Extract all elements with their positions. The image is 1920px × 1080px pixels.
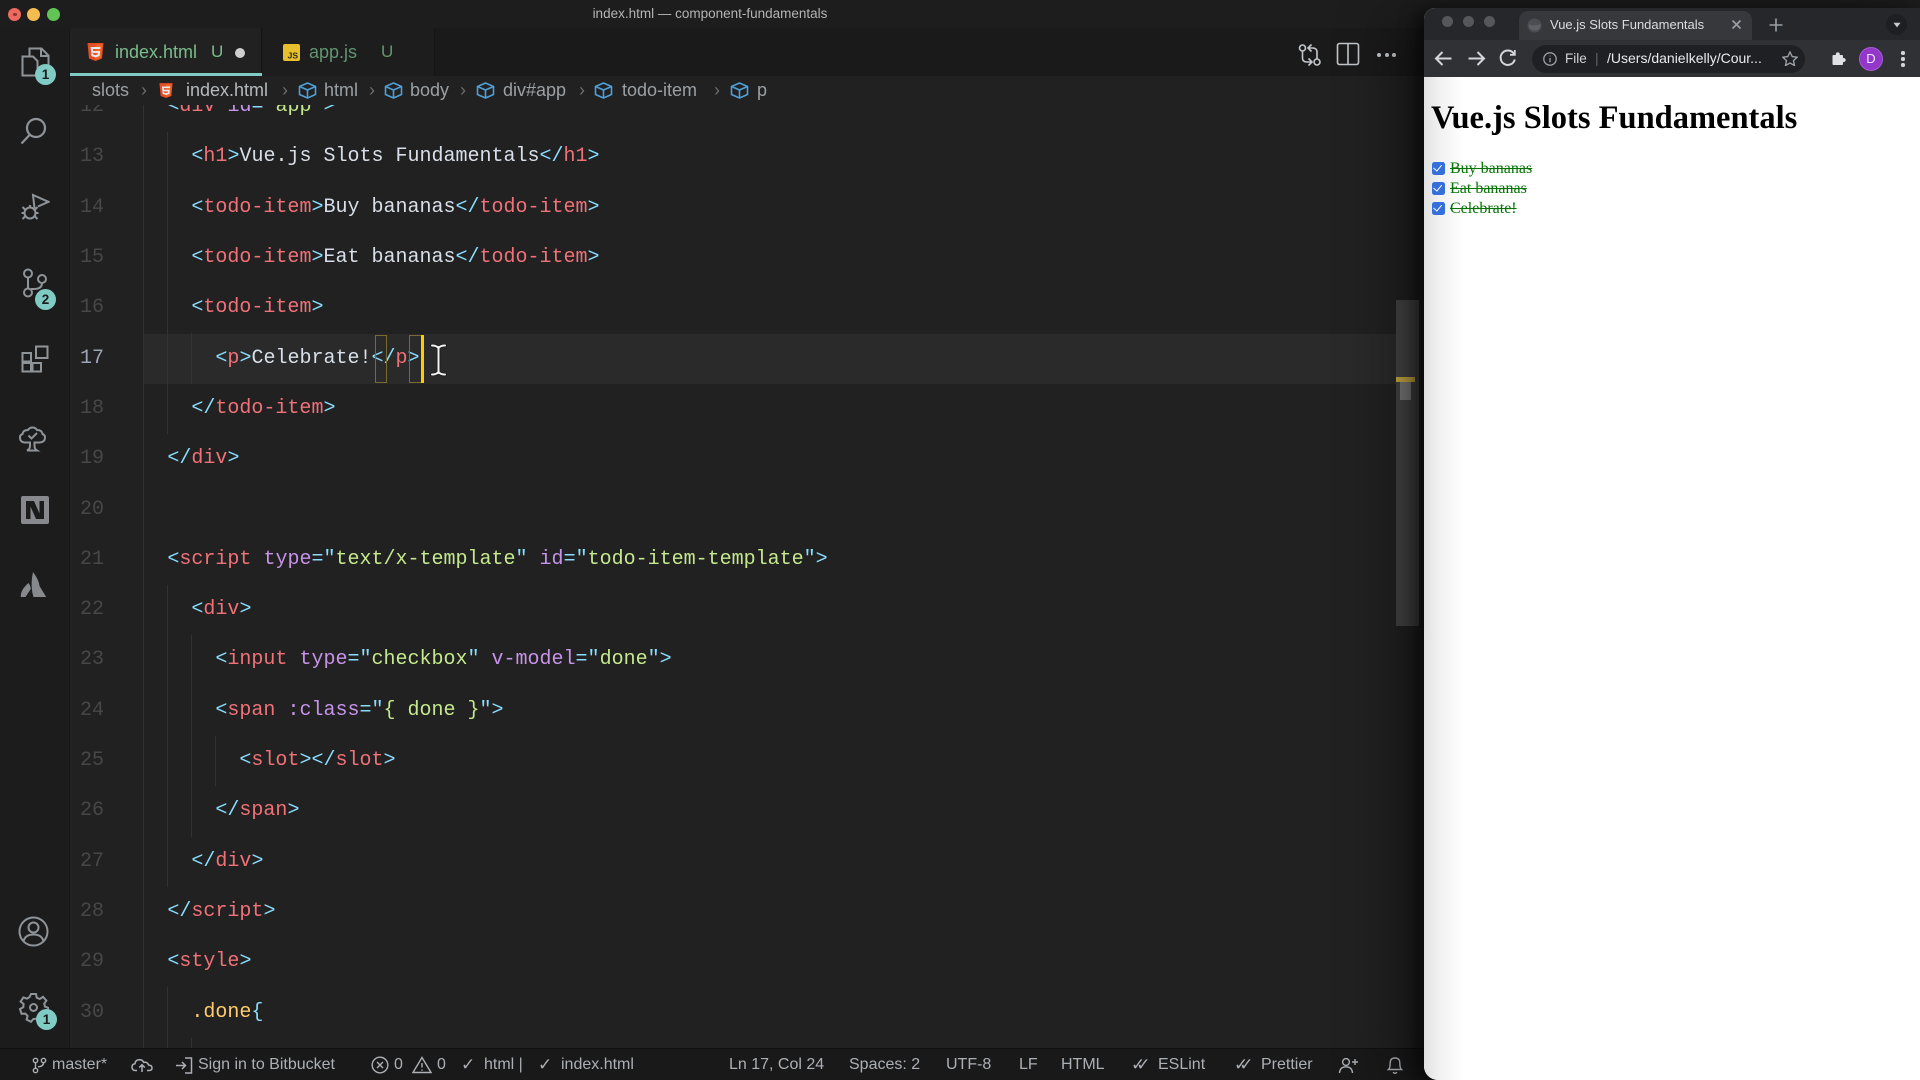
svg-text:JS: JS <box>288 51 299 61</box>
